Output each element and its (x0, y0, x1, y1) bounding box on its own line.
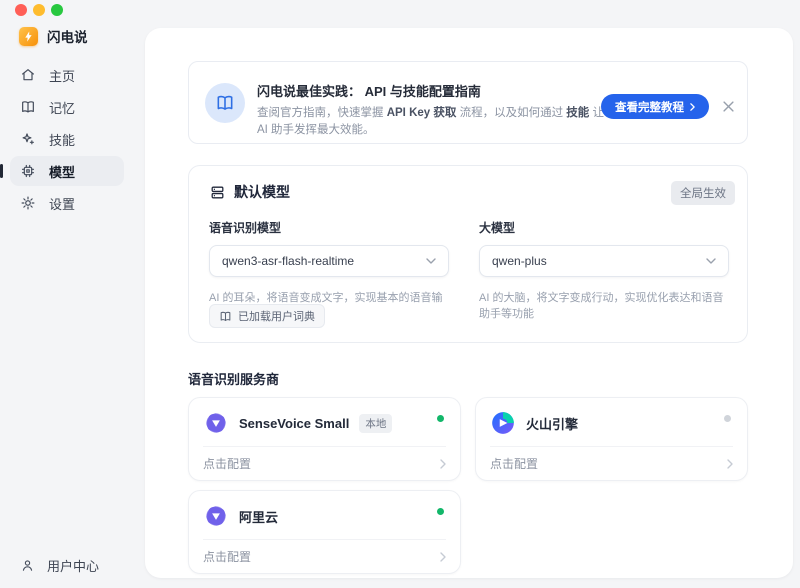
asr-model-select[interactable]: qwen3-asr-flash-realtime (209, 245, 449, 277)
gear-icon (20, 195, 36, 211)
chevron-right-icon (440, 552, 446, 562)
sidebar-item-label: 设置 (49, 194, 75, 213)
status-dot (724, 415, 731, 422)
sidebar-item-label: 记忆 (49, 98, 75, 117)
maximize-window-button[interactable] (51, 4, 63, 16)
provider-card-header: SenseVoice Small 本地 (189, 400, 460, 446)
sidebar-item-label: 技能 (49, 130, 75, 149)
volcengine-logo (490, 410, 516, 436)
active-indicator (0, 164, 3, 178)
sidebar-item-settings[interactable]: 设置 (10, 188, 124, 218)
minimize-window-button[interactable] (33, 4, 45, 16)
tutorial-banner: 闪电说最佳实践： API 与技能配置指南 查阅官方指南，快速掌握 API Key… (188, 61, 748, 144)
desc-part: 查阅官方指南，快速掌握 (257, 107, 387, 119)
asr-model-label: 语音识别模型 (209, 219, 449, 236)
sidebar-item-label: 模型 (49, 162, 75, 181)
stack-icon (209, 184, 226, 201)
home-icon (20, 67, 36, 83)
user-dictionary-label: 已加载用户词典 (238, 308, 315, 324)
provider-card-volcengine[interactable]: 火山引擎 点击配置 (475, 397, 748, 481)
view-tutorial-button[interactable]: 查看完整教程 (601, 94, 709, 119)
provider-name: 火山引擎 (526, 414, 578, 433)
llm-model-select[interactable]: qwen-plus (479, 245, 729, 277)
status-dot (437, 508, 444, 515)
sidebar-nav: 主页 记忆 技能 模型 设置 (10, 60, 124, 220)
provider-card-footer: 点击配置 (189, 540, 460, 573)
sidebar-item-skills[interactable]: 技能 (10, 124, 124, 154)
sidebar-item-models[interactable]: 模型 (10, 156, 124, 186)
provider-name: 阿里云 (239, 507, 278, 526)
close-icon (723, 101, 734, 112)
banner-description: 查阅官方指南，快速掌握 API Key 获取 流程，以及如何通过 技能 让 AI… (257, 105, 605, 138)
desc-part: 流程，以及如何通过 (456, 107, 566, 119)
banner-text: 闪电说最佳实践： API 与技能配置指南 查阅官方指南，快速掌握 API Key… (257, 81, 605, 138)
llm-model-label: 大模型 (479, 219, 729, 236)
configure-label: 点击配置 (203, 548, 251, 565)
chevron-right-icon (727, 459, 733, 469)
alicloud-logo (203, 503, 229, 529)
banner-title: 闪电说最佳实践： API 与技能配置指南 (257, 81, 605, 100)
sparkles-icon (20, 131, 36, 147)
provider-card-header: 阿里云 (189, 493, 460, 539)
main-content-panel: 闪电说最佳实践： API 与技能配置指南 查阅官方指南，快速掌握 API Key… (145, 28, 793, 578)
banner-close-button[interactable] (717, 95, 739, 117)
desc-bold: API Key 获取 (387, 107, 457, 119)
book-icon (20, 99, 36, 115)
llm-model-value: qwen-plus (492, 254, 547, 268)
chevron-down-icon (426, 258, 436, 264)
llm-model-description: AI 的大脑，将文字变成行动，实现优化表达和语音助手等功能 (479, 289, 729, 321)
provider-card-sensevoice[interactable]: SenseVoice Small 本地 点击配置 (188, 397, 461, 481)
provider-card-footer: 点击配置 (189, 447, 460, 480)
provider-card-header: 火山引擎 (476, 400, 747, 446)
sidebar-item-label: 主页 (49, 66, 75, 85)
provider-card-footer: 点击配置 (476, 447, 747, 480)
default-model-title: 默认模型 (234, 182, 290, 202)
default-model-card: 默认模型 全局生效 语音识别模型 qwen3-asr-flash-realtim… (188, 165, 748, 343)
user-dictionary-chip[interactable]: 已加载用户词典 (209, 304, 325, 328)
chip-icon (20, 163, 36, 179)
provider-name: SenseVoice Small (239, 416, 349, 431)
provider-cards: SenseVoice Small 本地 点击配置 (188, 397, 748, 574)
view-tutorial-label: 查看完整教程 (615, 99, 684, 115)
app-logo-row: 闪电说 (19, 26, 88, 46)
configure-label: 点击配置 (203, 455, 251, 472)
asr-providers-title: 语音识别服务商 (188, 369, 279, 388)
global-effect-badge: 全局生效 (671, 181, 735, 205)
asr-model-value: qwen3-asr-flash-realtime (222, 254, 354, 268)
sensevoice-logo (203, 410, 229, 436)
desc-bold: 技能 (566, 107, 589, 119)
chevron-down-icon (706, 258, 716, 264)
traffic-lights (15, 4, 63, 16)
app-name: 闪电说 (47, 26, 88, 46)
user-center-label: 用户中心 (47, 556, 99, 575)
user-center-button[interactable]: 用户中心 (20, 556, 99, 575)
sidebar: 闪电说 主页 记忆 技能 模型 (0, 0, 145, 588)
close-window-button[interactable] (15, 4, 27, 16)
user-icon (20, 558, 35, 573)
llm-model-field: 大模型 qwen-plus AI 的大脑，将文字变成行动，实现优化表达和语音助手… (479, 219, 729, 321)
configure-label: 点击配置 (490, 455, 538, 472)
local-badge: 本地 (359, 414, 392, 433)
lightning-bolt-icon (19, 27, 38, 46)
provider-card-alicloud[interactable]: 阿里云 点击配置 (188, 490, 461, 574)
open-book-icon (205, 83, 245, 123)
sidebar-item-home[interactable]: 主页 (10, 60, 124, 90)
chevron-right-icon (440, 459, 446, 469)
dictionary-icon (219, 310, 232, 323)
default-model-header: 默认模型 (209, 182, 290, 202)
sidebar-item-memory[interactable]: 记忆 (10, 92, 124, 122)
chevron-right-icon (690, 103, 695, 111)
status-dot (437, 415, 444, 422)
